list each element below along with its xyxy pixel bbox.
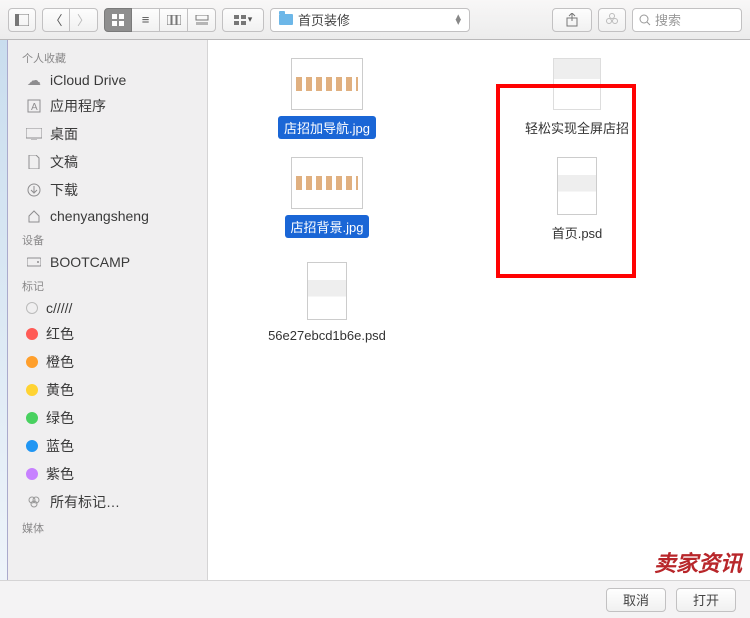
disk-icon (26, 254, 42, 270)
file-item[interactable]: 店招加导航.jpg (232, 58, 422, 139)
file-grid[interactable]: 店招加导航.jpg 轻松实现全屏店招 店招背景.jpg 首页.psd 56e27… (208, 40, 750, 580)
toolbar: 〈 〉 ≡ ▾ 首页装修 ▴▾ 搜索 (0, 0, 750, 40)
sidebar-tag-orange[interactable]: 橙色 (8, 348, 207, 376)
section-header: 设备 (8, 228, 207, 250)
arrange-button[interactable]: ▾ (222, 8, 264, 32)
file-name: 轻松实现全屏店招 (519, 116, 635, 139)
file-name: 首页.psd (546, 221, 609, 244)
sidebar-item-icloud[interactable]: ☁iCloud Drive (8, 68, 207, 92)
file-item[interactable]: 首页.psd (482, 157, 672, 244)
search-input[interactable]: 搜索 (632, 8, 742, 32)
sidebar-tag-blue[interactable]: 蓝色 (8, 432, 207, 460)
file-thumbnail (291, 157, 363, 209)
list-view-button[interactable]: ≡ (132, 8, 160, 32)
sidebar-tag-purple[interactable]: 紫色 (8, 460, 207, 488)
all-tags-icon (26, 494, 42, 510)
file-item[interactable]: 店招背景.jpg (232, 157, 422, 244)
file-name: 店招背景.jpg (285, 215, 370, 238)
footer: 取消 打开 (0, 580, 750, 618)
sidebar-tag-red[interactable]: 红色 (8, 320, 207, 348)
folder-name: 首页装修 (298, 10, 350, 29)
tag-dot-icon (26, 384, 38, 396)
tag-dot-icon (26, 412, 38, 424)
home-icon (26, 208, 42, 224)
file-name: 店招加导航.jpg (278, 116, 376, 139)
sidebar-tag-all[interactable]: 所有标记… (8, 488, 207, 516)
watermark: 卖家资讯 (654, 546, 742, 578)
file-name: 56e27ebcd1b6e.psd (262, 326, 392, 345)
open-button[interactable]: 打开 (676, 588, 736, 612)
section-header: 标记 (8, 274, 207, 296)
cloud-icon: ☁ (26, 72, 42, 88)
sidebar-item-documents[interactable]: 文稿 (8, 148, 207, 176)
sidebar-item-desktop[interactable]: 桌面 (8, 120, 207, 148)
section-header: 媒体 (8, 516, 207, 538)
sidebar-item-downloads[interactable]: 下载 (8, 176, 207, 204)
column-view-button[interactable] (160, 8, 188, 32)
search-icon (639, 14, 651, 26)
sidebar-toggle-button[interactable] (8, 8, 36, 32)
coverflow-view-button[interactable] (188, 8, 216, 32)
file-item[interactable]: 56e27ebcd1b6e.psd (232, 262, 422, 345)
background-edge (0, 40, 8, 580)
share-button[interactable] (552, 8, 592, 32)
tag-dot-icon (26, 440, 38, 452)
tag-dot-icon (26, 328, 38, 340)
search-placeholder: 搜索 (655, 10, 681, 29)
file-item[interactable]: 轻松实现全屏店招 (482, 58, 672, 139)
svg-text:A: A (31, 102, 38, 113)
sidebar-tag-yellow[interactable]: 黄色 (8, 376, 207, 404)
file-thumbnail (291, 58, 363, 110)
icon-view-button[interactable] (104, 8, 132, 32)
doc-icon (26, 154, 42, 170)
file-thumbnail (557, 157, 597, 215)
tag-dot-icon (26, 356, 38, 368)
main: 个人收藏 ☁iCloud Drive A应用程序 桌面 文稿 下载 chenya… (0, 40, 750, 580)
folder-icon (279, 14, 293, 25)
nav-group: 〈 〉 (42, 8, 98, 32)
tags-button[interactable] (598, 8, 626, 32)
file-thumbnail (307, 262, 347, 320)
sidebar-item-bootcamp[interactable]: BOOTCAMP (8, 250, 207, 274)
sidebar: 个人收藏 ☁iCloud Drive A应用程序 桌面 文稿 下载 chenya… (8, 40, 208, 580)
app-icon: A (26, 98, 42, 114)
tag-dot-icon (26, 302, 38, 314)
forward-button[interactable]: 〉 (70, 8, 98, 32)
chevron-updown-icon: ▴▾ (455, 15, 461, 25)
sidebar-tag-green[interactable]: 绿色 (8, 404, 207, 432)
path-selector[interactable]: 首页装修 ▴▾ (270, 8, 470, 32)
section-header: 个人收藏 (8, 46, 207, 68)
tag-dot-icon (26, 468, 38, 480)
sidebar-item-apps[interactable]: A应用程序 (8, 92, 207, 120)
cancel-button[interactable]: 取消 (606, 588, 666, 612)
file-thumbnail (553, 58, 601, 110)
sidebar-tag-c[interactable]: c///// (8, 296, 207, 320)
sidebar-item-home[interactable]: chenyangsheng (8, 204, 207, 228)
download-icon (26, 182, 42, 198)
back-button[interactable]: 〈 (42, 8, 70, 32)
desktop-icon (26, 126, 42, 142)
view-group: ≡ (104, 8, 216, 32)
